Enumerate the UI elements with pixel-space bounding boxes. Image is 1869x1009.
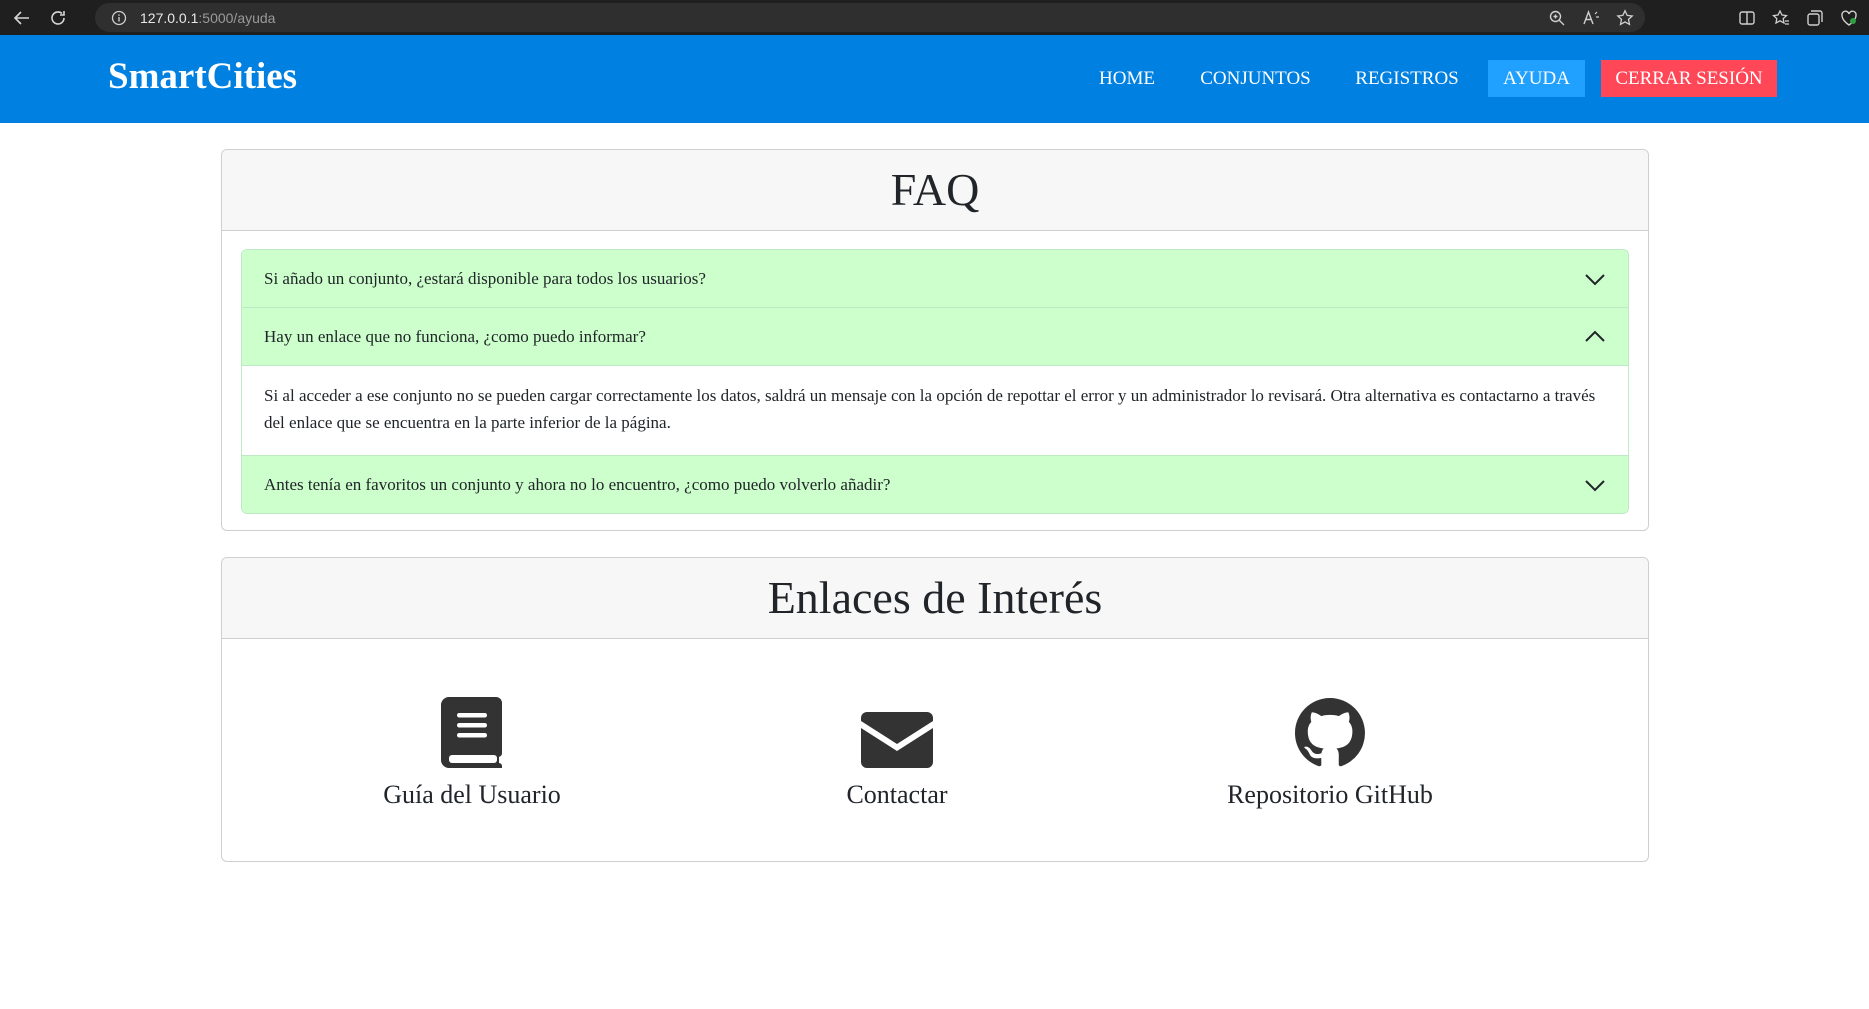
github-icon [1295, 698, 1365, 767]
url-text: 127.0.0.1:5000/ayuda [140, 10, 275, 26]
faq-item: Hay un enlace que no funciona, ¿como pue… [242, 307, 1628, 455]
faq-answer-text: Si al acceder a ese conjunto no se puede… [242, 365, 1628, 455]
collections-icon[interactable] [1805, 8, 1825, 28]
favorite-star-icon[interactable] [1615, 8, 1635, 28]
reload-icon [51, 10, 65, 25]
nav-ayuda-link[interactable]: AYUDA [1488, 60, 1585, 97]
nav-home-link[interactable]: HOME [1095, 60, 1159, 97]
faq-accordion: Si añado un conjunto, ¿estará disponible… [241, 249, 1629, 514]
faq-question-text: Hay un enlace que no funciona, ¿como pue… [264, 326, 646, 346]
faq-question-button[interactable]: Si añado un conjunto, ¿estará disponible… [242, 250, 1628, 307]
nav-registros-link[interactable]: REGISTROS [1353, 60, 1461, 97]
faq-question-text: Si añado un conjunto, ¿estará disponible… [264, 268, 706, 288]
user-guide-label: Guía del Usuario [383, 780, 561, 809]
browser-toolbar: 127.0.0.1:5000/ayuda [0, 0, 1869, 35]
read-aloud-icon[interactable] [1581, 8, 1601, 28]
contact-link[interactable]: Contactar [782, 693, 1012, 810]
url-path: :5000/ayuda [198, 9, 276, 26]
back-button[interactable] [4, 0, 40, 35]
links-title: Enlaces de Interés [222, 558, 1648, 639]
brand-logo[interactable]: SmartCities [108, 55, 297, 99]
faq-question-text: Antes tenía en favoritos un conjunto y a… [264, 474, 891, 494]
url-host: 127.0.0.1 [140, 9, 199, 26]
chevron-up-icon [1585, 330, 1605, 342]
back-arrow-icon [13, 10, 29, 25]
chevron-down-icon [1585, 479, 1605, 491]
github-repo-label: Repositorio GitHub [1227, 780, 1433, 809]
links-card: Enlaces de Interés Guía del Usuario Cont… [221, 557, 1649, 862]
user-guide-link[interactable]: Guía del Usuario [357, 693, 587, 810]
github-repo-link[interactable]: Repositorio GitHub [1190, 693, 1470, 810]
logout-button[interactable]: CERRAR SESIÓN [1601, 60, 1777, 97]
favorites-icon[interactable] [1771, 8, 1791, 28]
envelope-icon [861, 712, 933, 768]
faq-question-button[interactable]: Antes tenía en favoritos un conjunto y a… [242, 456, 1628, 513]
faq-item: Si añado un conjunto, ¿estará disponible… [242, 250, 1628, 307]
faq-item: Antes tenía en favoritos un conjunto y a… [242, 455, 1628, 513]
chevron-down-icon [1585, 273, 1605, 285]
contact-label: Contactar [846, 780, 948, 809]
browser-essentials-icon[interactable] [1839, 8, 1859, 28]
site-info-icon[interactable] [110, 9, 128, 27]
site-navbar: SmartCities HOME CONJUNTOS REGISTROS AYU… [0, 35, 1869, 123]
nav-conjuntos-link[interactable]: CONJUNTOS [1198, 60, 1313, 97]
split-screen-icon[interactable] [1737, 8, 1757, 28]
faq-question-button[interactable]: Hay un enlace que no funciona, ¿como pue… [242, 308, 1628, 365]
faq-card: FAQ Si añado un conjunto, ¿estará dispon… [221, 149, 1649, 531]
book-icon [440, 697, 502, 768]
address-bar[interactable]: 127.0.0.1:5000/ayuda [95, 3, 1645, 32]
reload-button[interactable] [40, 0, 76, 35]
faq-title: FAQ [222, 150, 1648, 231]
zoom-icon[interactable] [1547, 8, 1567, 28]
